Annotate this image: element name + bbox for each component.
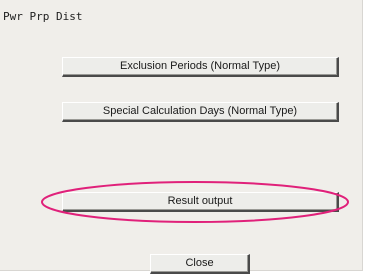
- result-output-button[interactable]: Result output: [62, 192, 339, 212]
- window-title: Pwr Prp Dist: [3, 10, 83, 23]
- exclusion-periods-button[interactable]: Exclusion Periods (Normal Type): [62, 57, 339, 77]
- special-calculation-days-button[interactable]: Special Calculation Days (Normal Type): [62, 102, 339, 122]
- close-button[interactable]: Close: [150, 254, 250, 274]
- dialog-panel: Pwr Prp Dist Exclusion Periods (Normal T…: [0, 0, 363, 274]
